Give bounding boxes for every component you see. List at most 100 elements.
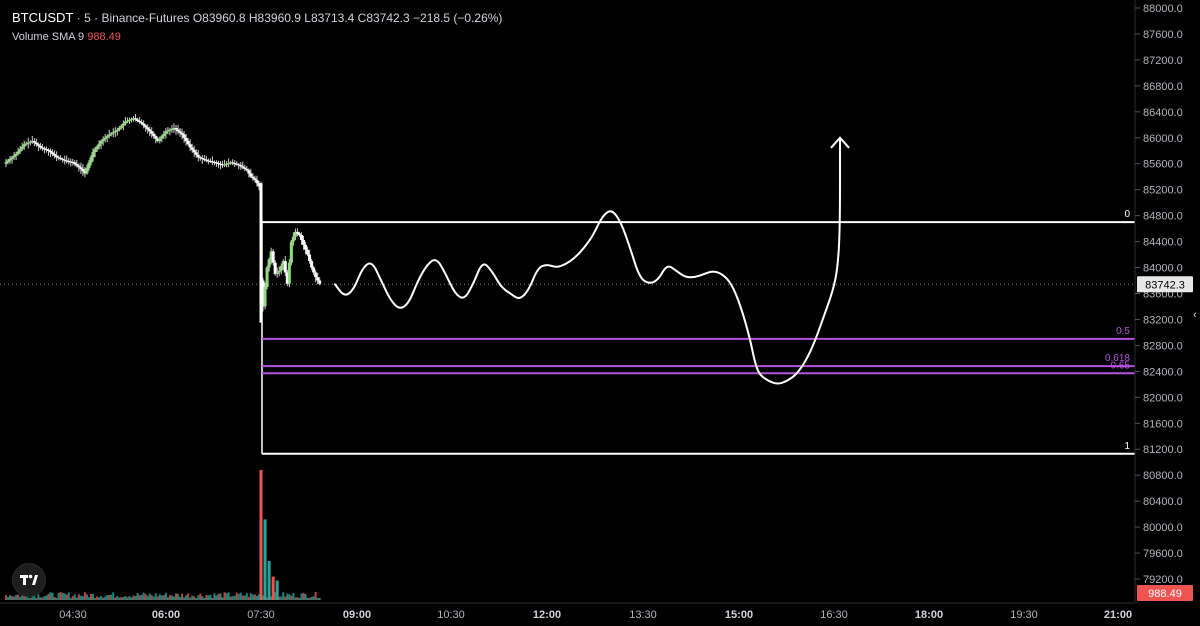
volume-bar: [96, 596, 99, 600]
volume-bar: [197, 595, 200, 600]
volume-bar: [243, 595, 246, 600]
volume-bar: [9, 595, 12, 600]
volume-bar: [140, 594, 143, 600]
candle-body: [184, 137, 188, 142]
volume-bar: [310, 596, 313, 600]
time-tick-label: 12:00: [533, 609, 561, 621]
volume-bar: [130, 597, 133, 600]
volume-bar: [122, 597, 125, 600]
candle-body: [4, 162, 8, 164]
candle-body: [239, 165, 243, 167]
candle-body: [152, 133, 156, 137]
candle-body: [79, 167, 83, 169]
volume-bar: [43, 596, 46, 600]
candle-body: [34, 142, 38, 145]
volume-bar: [75, 597, 78, 600]
candle-body: [73, 162, 77, 165]
candle-body: [93, 149, 97, 153]
volume-bar: [98, 597, 101, 600]
volume-bar: [85, 594, 88, 600]
volume-bar: [219, 593, 222, 600]
candle-body: [253, 178, 257, 180]
candle-body: [142, 123, 146, 126]
volume-bar: [213, 593, 216, 600]
symbol-label[interactable]: BTCUSDT: [12, 10, 73, 25]
candle-body: [186, 141, 190, 145]
candle-body: [158, 138, 162, 142]
time-axis: 04:30 06:00 07:30 09:00 10:30 12:00 13:30 15:00…: [0, 602, 1135, 621]
volume-bar: [247, 596, 250, 600]
volume-bar: [90, 593, 92, 600]
price-tick-label: 86800.0: [1143, 81, 1183, 93]
candle-body: [247, 170, 251, 174]
candle-body: [8, 158, 12, 161]
volume-bar: [136, 593, 139, 600]
volume-bar: [152, 596, 155, 600]
candle-body: [103, 137, 107, 140]
volume-bar: [189, 597, 192, 600]
price-chart[interactable]: 00.50.6180.651 88000.087600.087200.08680…: [0, 0, 1200, 626]
tradingview-logo-icon: [20, 574, 38, 585]
volume-bar: [296, 597, 299, 600]
candle-body: [188, 144, 192, 148]
volume-bar: [160, 595, 163, 600]
interval-label[interactable]: 5: [84, 11, 91, 25]
volume-bar: [104, 596, 107, 600]
volume-bar: [11, 596, 14, 600]
time-tick-label: 21:00: [1104, 609, 1132, 621]
volume-bar: [170, 595, 173, 600]
sma-label[interactable]: Volume SMA 9: [12, 31, 84, 43]
candle-body: [291, 236, 295, 242]
volume-bar: [280, 596, 283, 600]
candle-body: [138, 120, 142, 123]
price-tick-label: 84400.0: [1143, 237, 1183, 249]
candle-body: [316, 277, 320, 281]
time-tick-label: 16:30: [820, 609, 848, 621]
candle-body: [182, 134, 186, 138]
candle-body: [111, 132, 115, 134]
price-tick-label: 84000.0: [1143, 263, 1183, 275]
volume-bar: [106, 595, 109, 600]
candle-body: [279, 265, 283, 271]
chevron-left-icon[interactable]: ‹: [1193, 306, 1200, 324]
price-tick-label: 79200.0: [1143, 574, 1183, 586]
candle-body: [136, 119, 140, 121]
volume-bar: [187, 593, 190, 600]
candle-body: [273, 262, 277, 275]
candle-body: [306, 249, 310, 255]
volume-bar: [150, 595, 153, 600]
price-tick-label: 80000.0: [1143, 522, 1183, 534]
volume-bar: [199, 593, 202, 600]
candle-body: [263, 287, 267, 307]
volume-bar: [63, 593, 66, 600]
volume-bar: [215, 595, 218, 600]
volume-bar: [225, 593, 228, 600]
candle-body: [146, 127, 150, 130]
time-tick-label: 09:00: [343, 609, 371, 621]
candle-body: [249, 173, 253, 177]
volume-bar: [207, 595, 210, 600]
volume-bar: [128, 596, 131, 600]
fib-level-label: 0.5: [1116, 326, 1130, 337]
volume-bar: [316, 597, 319, 600]
candle-body: [36, 144, 40, 146]
volume-spike-bar: [259, 470, 263, 600]
candle-body: [304, 244, 308, 250]
volume-bar: [126, 597, 129, 600]
volume-bar: [172, 596, 175, 600]
price-tick-label: 88000.0: [1143, 3, 1183, 15]
price-tick-label: 87600.0: [1143, 29, 1183, 41]
volume-bar: [306, 597, 309, 600]
volume-bar: [87, 597, 90, 600]
volume-bar: [168, 595, 171, 600]
volume-bar: [39, 597, 42, 600]
candle-body: [255, 179, 259, 184]
volume-bar: [239, 592, 242, 600]
candle-body: [81, 168, 85, 172]
volume-bar: [300, 593, 303, 600]
tradingview-logo[interactable]: [12, 563, 46, 597]
price-tick-label: 86400.0: [1143, 107, 1183, 119]
volume-bar: [251, 594, 254, 600]
candle-body: [267, 259, 271, 268]
fib-level-label: 1: [1124, 441, 1130, 452]
